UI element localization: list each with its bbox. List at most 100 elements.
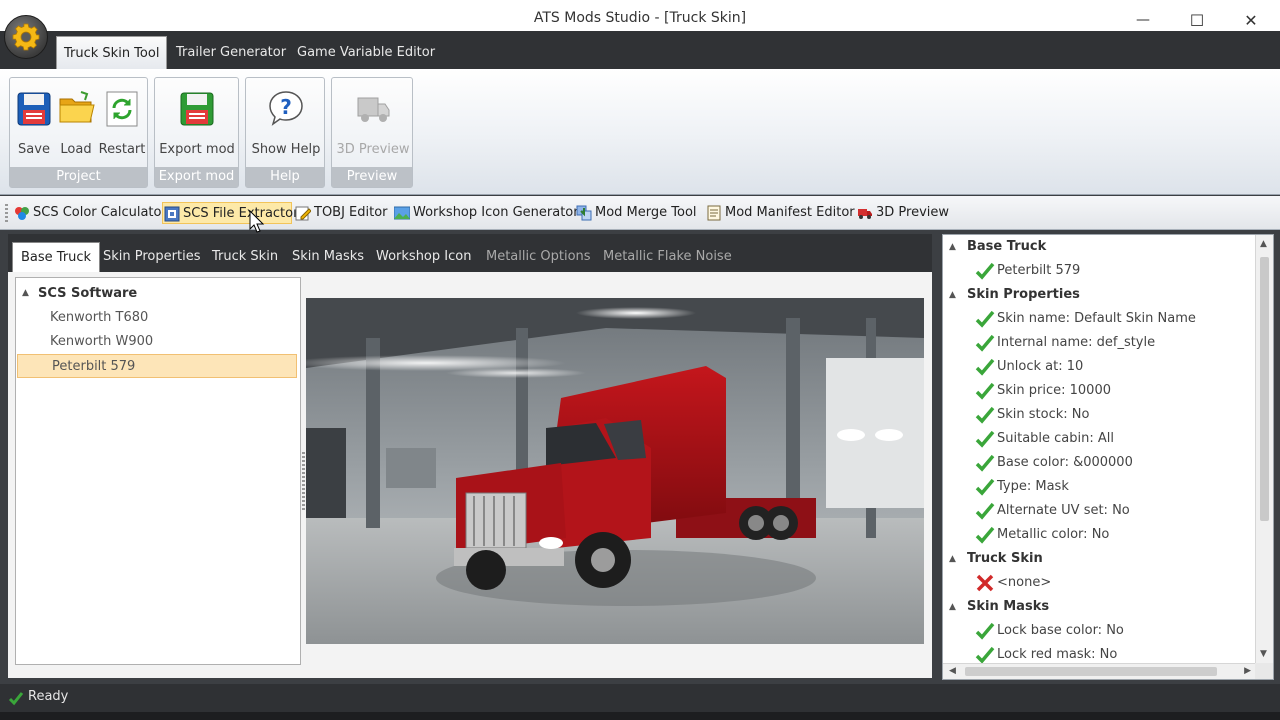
help-icon: ? [269, 91, 303, 126]
file-extractor-icon [164, 206, 180, 222]
property-row[interactable]: Type: Mask [943, 475, 1255, 499]
window-title: ATS Mods Studio - [Truck Skin] [533, 10, 747, 26]
tab-metallic-flake-noise[interactable]: Metallic Flake Noise [599, 242, 736, 272]
property-row[interactable]: Base color: &000000 [943, 451, 1255, 475]
tool-label: SCS Color Calculator [33, 205, 167, 220]
tool-scs-file-extractor[interactable]: SCS File Extractor [162, 202, 298, 224]
category-skin-masks[interactable]: ▲ Skin Masks [943, 595, 1255, 619]
property-text: Type: Mask [997, 479, 1069, 494]
property-row[interactable]: Skin stock: No [943, 403, 1255, 427]
property-row[interactable]: Internal name: def_style [943, 331, 1255, 355]
tab-truck-skin[interactable]: Truck Skin [208, 242, 282, 272]
maximize-button[interactable]: ☐ [1182, 8, 1212, 32]
property-row[interactable]: Alternate UV set: No [943, 499, 1255, 523]
tree-root-scs-software[interactable]: SCS Software [38, 284, 137, 304]
property-row[interactable]: Skin name: Default Skin Name [943, 307, 1255, 331]
property-text: Alternate UV set: No [997, 503, 1130, 518]
tab-skin-masks[interactable]: Skin Masks [288, 242, 368, 272]
category-label: Skin Properties [967, 287, 1080, 302]
manifest-icon [707, 205, 721, 221]
collapse-icon[interactable]: ▲ [949, 235, 961, 259]
scrollbar-thumb[interactable] [1260, 257, 1269, 521]
tab-trailer-generator[interactable]: Trailer Generator [168, 36, 294, 69]
scroll-down-icon[interactable]: ▼ [1260, 649, 1267, 659]
tab-workshop-icon[interactable]: Workshop Icon [372, 242, 475, 272]
property-row[interactable]: Lock base color: No [943, 619, 1255, 643]
checkmark-icon [975, 454, 995, 472]
scroll-left-icon[interactable]: ◀ [949, 666, 956, 676]
tab-truck-skin-tool[interactable]: Truck Skin Tool [56, 36, 168, 69]
export-mod-button[interactable]: Export mod [159, 84, 235, 166]
tool-label: TOBJ Editor [314, 205, 388, 220]
scroll-up-icon[interactable]: ▲ [1260, 239, 1267, 249]
category-base-truck[interactable]: ▲ Base Truck [943, 235, 1255, 259]
property-row[interactable]: Metallic color: No [943, 523, 1255, 547]
collapse-icon[interactable]: ▲ [949, 283, 961, 307]
3d-preview-button[interactable]: 3D Preview [336, 84, 410, 166]
category-truck-skin[interactable]: ▲ Truck Skin [943, 547, 1255, 571]
status-text: Ready [28, 689, 69, 704]
tool-workshop-icon-generator[interactable]: Workshop Icon Generator [393, 202, 579, 224]
load-button[interactable]: Load [56, 84, 96, 166]
tool-label: 3D Preview [876, 205, 950, 220]
property-row[interactable]: <none> [943, 571, 1255, 595]
minimize-button[interactable]: — [1128, 8, 1158, 32]
workshop-icon-icon [394, 206, 410, 220]
export-group-label: Export mod [155, 167, 238, 187]
close-button[interactable]: ✕ [1236, 8, 1266, 32]
export-mod-label: Export mod [159, 142, 235, 157]
checkmark-icon [975, 406, 995, 424]
property-text: Lock base color: No [997, 623, 1124, 638]
collapse-icon[interactable]: ▲ [949, 595, 961, 619]
truck-preview-image [306, 298, 924, 644]
splitter-handle[interactable] [302, 452, 305, 512]
checkmark-icon [975, 334, 995, 352]
truck-tree: ▲ SCS Software Kenworth T680 Kenworth W9… [15, 277, 301, 665]
collapse-icon[interactable]: ▲ [22, 288, 32, 298]
minimize-icon: — [1136, 12, 1150, 28]
vertical-scrollbar[interactable]: ▲ ▼ [1255, 235, 1273, 663]
show-help-button[interactable]: ? Show Help [250, 84, 322, 166]
export-group: Export mod Export mod [154, 77, 239, 188]
tab-game-variable-editor[interactable]: Game Variable Editor [289, 36, 443, 69]
tool-mod-manifest-editor[interactable]: Mod Manifest Editor [705, 202, 855, 224]
content-tab-bar: Base Truck Skin Properties Truck Skin Sk… [8, 234, 932, 272]
tab-skin-properties[interactable]: Skin Properties [99, 242, 204, 272]
category-skin-properties[interactable]: ▲ Skin Properties [943, 283, 1255, 307]
property-text: Skin price: 10000 [997, 383, 1111, 398]
property-row[interactable]: Peterbilt 579 [943, 259, 1255, 283]
horizontal-scrollbar[interactable]: ◀ ▶ [943, 663, 1257, 679]
app-menu-button[interactable] [4, 15, 48, 59]
truck-icon [357, 97, 390, 122]
tool-scs-color-calculator[interactable]: SCS Color Calculator [13, 202, 167, 224]
preview-group: 3D Preview Preview [331, 77, 413, 188]
toolbar-grip[interactable] [5, 204, 8, 222]
property-row[interactable]: Skin price: 10000 [943, 379, 1255, 403]
ribbon-tab-bar: Truck Skin Tool Trailer Generator Game V… [0, 31, 1280, 69]
category-label: Base Truck [967, 239, 1047, 254]
checkmark-icon [975, 358, 995, 376]
tree-item-peterbilt-579[interactable]: Peterbilt 579 [17, 354, 297, 378]
tree-item-kenworth-w900[interactable]: Kenworth W900 [16, 330, 298, 354]
tab-metallic-options[interactable]: Metallic Options [482, 242, 595, 272]
tool-mod-merge-tool[interactable]: Mod Merge Tool [575, 202, 697, 224]
tool-label: Workshop Icon Generator [413, 205, 579, 220]
tab-base-truck[interactable]: Base Truck [12, 242, 101, 272]
collapse-icon[interactable]: ▲ [949, 547, 961, 571]
tool-3d-preview[interactable]: 3D Preview [856, 202, 949, 224]
merge-icon [576, 205, 592, 221]
show-help-label: Show Help [251, 142, 321, 157]
scroll-right-icon[interactable]: ▶ [1244, 666, 1251, 676]
checkmark-icon [975, 310, 995, 328]
tool-tobj-editor[interactable]: TOBJ Editor [294, 202, 388, 224]
scrollbar-thumb[interactable] [965, 667, 1217, 676]
property-text: Base color: &000000 [997, 455, 1133, 470]
save-button[interactable]: Save [14, 84, 54, 166]
checkmark-icon [975, 478, 995, 496]
ribbon: Save Load Restart Project Export mod Exp… [0, 69, 1280, 195]
property-row[interactable]: Suitable cabin: All [943, 427, 1255, 451]
restart-button[interactable]: Restart [98, 84, 146, 166]
property-row[interactable]: Unlock at: 10 [943, 355, 1255, 379]
checkmark-icon [975, 622, 995, 640]
tree-item-kenworth-t680[interactable]: Kenworth T680 [16, 306, 298, 330]
